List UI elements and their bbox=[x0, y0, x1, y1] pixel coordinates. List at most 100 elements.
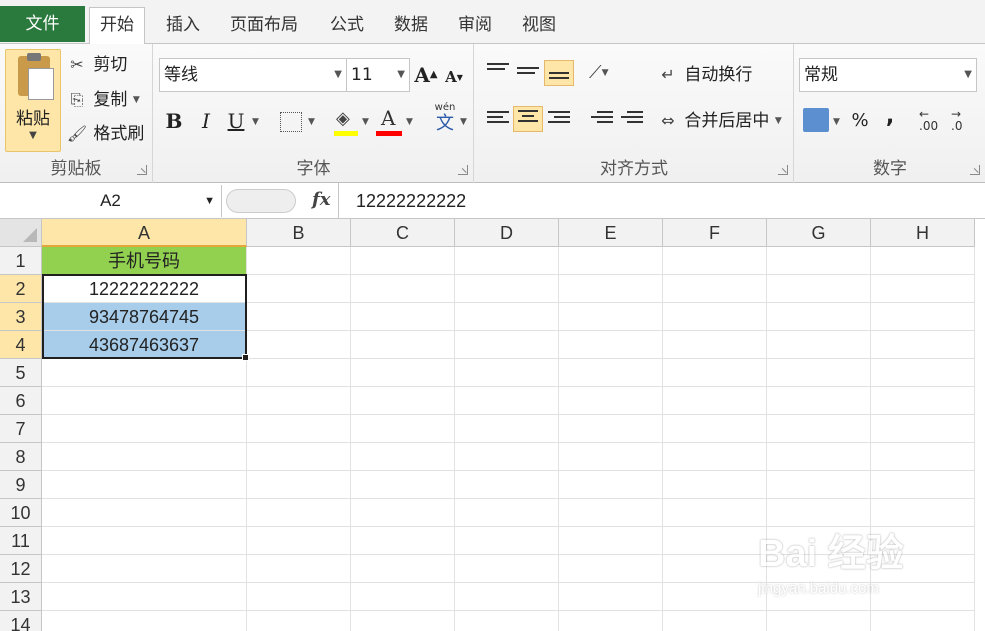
cell-b9[interactable] bbox=[247, 471, 351, 499]
number-format-combo[interactable]: 常规 ▼ bbox=[799, 58, 977, 92]
row-header-8[interactable]: 8 bbox=[0, 443, 42, 471]
decrease-font-size-icon[interactable]: A▼ bbox=[442, 62, 466, 92]
border-icon[interactable] bbox=[280, 112, 302, 132]
row-header-6[interactable]: 6 bbox=[0, 387, 42, 415]
cell-e6[interactable] bbox=[559, 387, 663, 415]
row-header-10[interactable]: 10 bbox=[0, 499, 42, 527]
cell-d4[interactable] bbox=[455, 331, 559, 359]
chevron-down-icon[interactable]: ▼ bbox=[308, 117, 315, 127]
cell-e7[interactable] bbox=[559, 415, 663, 443]
cell-h2[interactable] bbox=[871, 275, 975, 303]
cell-c13[interactable] bbox=[351, 583, 455, 611]
bold-button[interactable]: B bbox=[162, 106, 186, 136]
cell-a7[interactable] bbox=[42, 415, 247, 443]
cell-a8[interactable] bbox=[42, 443, 247, 471]
cell-h7[interactable] bbox=[871, 415, 975, 443]
cell-a2[interactable]: 12222222222 bbox=[42, 275, 247, 303]
cell-d8[interactable] bbox=[455, 443, 559, 471]
cell-e3[interactable] bbox=[559, 303, 663, 331]
cell-e4[interactable] bbox=[559, 331, 663, 359]
cell-e13[interactable] bbox=[559, 583, 663, 611]
worksheet-grid[interactable]: A B C D E F G H 1 手机号码 2 12222222222 3 93478764745 4 43… bbox=[0, 219, 985, 631]
row-header-9[interactable]: 9 bbox=[0, 471, 42, 499]
chevron-down-icon[interactable]: ▼ bbox=[133, 95, 140, 105]
cell-d2[interactable] bbox=[455, 275, 559, 303]
cell-f1[interactable] bbox=[663, 247, 767, 275]
insert-function-icon[interactable]: fx bbox=[312, 189, 330, 210]
fill-color-button[interactable]: ◈ bbox=[334, 106, 358, 136]
cell-c8[interactable] bbox=[351, 443, 455, 471]
cell-e2[interactable] bbox=[559, 275, 663, 303]
dialog-launcher-icon[interactable] bbox=[778, 165, 788, 175]
cell-d7[interactable] bbox=[455, 415, 559, 443]
row-header-7[interactable]: 7 bbox=[0, 415, 42, 443]
italic-button[interactable]: I bbox=[194, 106, 218, 136]
cell-c5[interactable] bbox=[351, 359, 455, 387]
cell-c12[interactable] bbox=[351, 555, 455, 583]
tab-formulas[interactable]: 公式 bbox=[320, 8, 374, 44]
cell-b4[interactable] bbox=[247, 331, 351, 359]
dialog-launcher-icon[interactable] bbox=[970, 165, 980, 175]
cell-c6[interactable] bbox=[351, 387, 455, 415]
merge-center-button[interactable]: ⇔ 合并后居中 ▼ bbox=[657, 106, 782, 136]
row-header-5[interactable]: 5 bbox=[0, 359, 42, 387]
cell-f7[interactable] bbox=[663, 415, 767, 443]
cell-f12[interactable] bbox=[663, 555, 767, 583]
row-header-4[interactable]: 4 bbox=[0, 331, 42, 359]
chevron-down-icon[interactable]: ▼ bbox=[204, 185, 215, 217]
formula-bar-splitter[interactable] bbox=[226, 189, 296, 213]
cell-h14[interactable] bbox=[871, 611, 975, 631]
row-header-2[interactable]: 2 bbox=[0, 275, 42, 303]
decrease-decimal-icon[interactable]: → .0 bbox=[951, 108, 962, 132]
cell-f13[interactable] bbox=[663, 583, 767, 611]
cell-a9[interactable] bbox=[42, 471, 247, 499]
cell-e10[interactable] bbox=[559, 499, 663, 527]
cell-g10[interactable] bbox=[767, 499, 871, 527]
column-header-h[interactable]: H bbox=[871, 219, 975, 247]
cell-c10[interactable] bbox=[351, 499, 455, 527]
chevron-down-icon[interactable]: ▼ bbox=[362, 117, 369, 127]
column-header-g[interactable]: G bbox=[767, 219, 871, 247]
cell-b11[interactable] bbox=[247, 527, 351, 555]
row-header-11[interactable]: 11 bbox=[0, 527, 42, 555]
cell-d14[interactable] bbox=[455, 611, 559, 631]
cell-g12[interactable] bbox=[767, 555, 871, 583]
chevron-down-icon[interactable]: ▼ bbox=[775, 116, 782, 126]
increase-font-size-icon[interactable]: A▲ bbox=[414, 60, 438, 90]
select-all-button[interactable] bbox=[0, 219, 42, 247]
chevron-down-icon[interactable]: ▼ bbox=[406, 117, 413, 127]
cell-c3[interactable] bbox=[351, 303, 455, 331]
cell-a10[interactable] bbox=[42, 499, 247, 527]
comma-button[interactable]: , bbox=[881, 102, 899, 132]
underline-button[interactable]: U bbox=[224, 106, 248, 136]
cell-b6[interactable] bbox=[247, 387, 351, 415]
cell-g7[interactable] bbox=[767, 415, 871, 443]
cell-g4[interactable] bbox=[767, 331, 871, 359]
chevron-down-icon[interactable]: ▼ bbox=[397, 59, 405, 91]
cell-h4[interactable] bbox=[871, 331, 975, 359]
chevron-down-icon[interactable]: ▼ bbox=[833, 117, 840, 127]
tab-data[interactable]: 数据 bbox=[384, 8, 438, 44]
accounting-format-icon[interactable] bbox=[803, 108, 829, 132]
tab-view[interactable]: 视图 bbox=[512, 8, 566, 44]
cell-a1[interactable]: 手机号码 bbox=[42, 247, 247, 275]
cell-h1[interactable] bbox=[871, 247, 975, 275]
chevron-down-icon[interactable]: ▼ bbox=[252, 117, 259, 127]
row-header-12[interactable]: 12 bbox=[0, 555, 42, 583]
formula-input[interactable]: 12222222222 bbox=[356, 183, 466, 219]
column-header-c[interactable]: C bbox=[351, 219, 455, 247]
name-box[interactable]: A2 ▼ bbox=[0, 185, 222, 217]
chevron-down-icon[interactable]: ▼ bbox=[6, 130, 60, 141]
cell-a4[interactable]: 43687463637 bbox=[42, 331, 247, 359]
cell-g13[interactable] bbox=[767, 583, 871, 611]
cell-d6[interactable] bbox=[455, 387, 559, 415]
cell-d9[interactable] bbox=[455, 471, 559, 499]
tab-review[interactable]: 审阅 bbox=[448, 8, 502, 44]
cell-e1[interactable] bbox=[559, 247, 663, 275]
cell-h8[interactable] bbox=[871, 443, 975, 471]
cell-g6[interactable] bbox=[767, 387, 871, 415]
cell-d13[interactable] bbox=[455, 583, 559, 611]
cell-h10[interactable] bbox=[871, 499, 975, 527]
font-color-button[interactable]: A bbox=[376, 106, 402, 136]
cell-b1[interactable] bbox=[247, 247, 351, 275]
